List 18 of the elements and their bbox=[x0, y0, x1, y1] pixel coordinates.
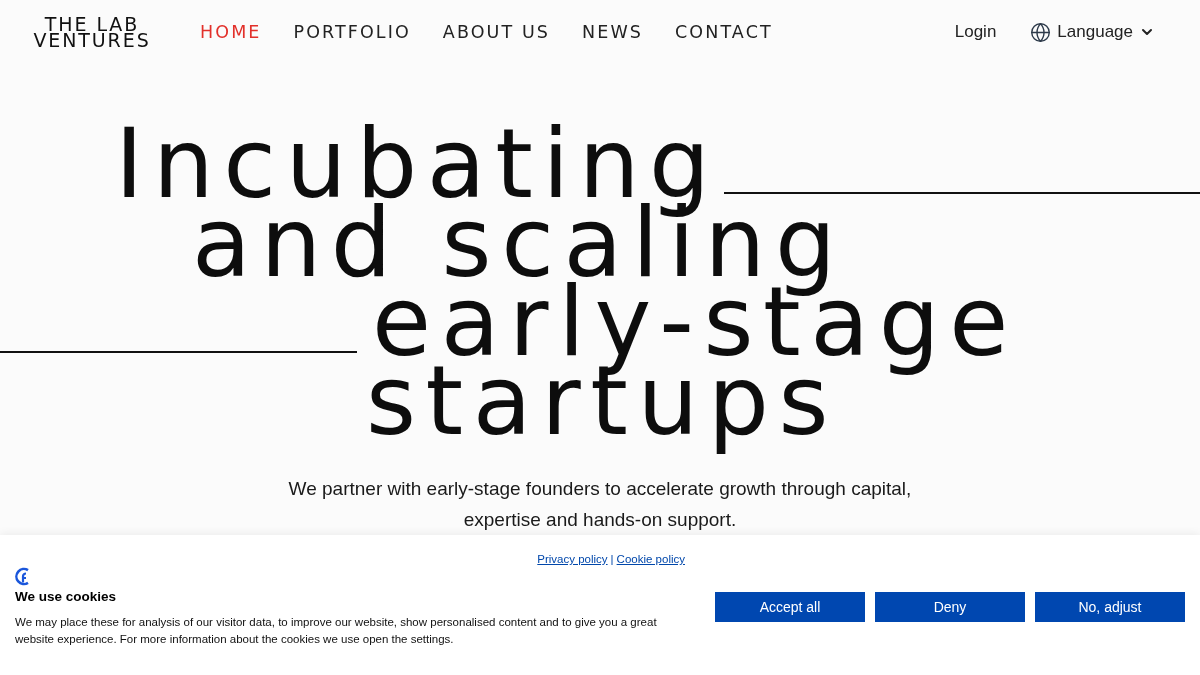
hero-subtitle: We partner with early-stage founders to accelerate growth through capital, expertise and hands-on support. bbox=[287, 477, 913, 532]
login-link[interactable]: Login bbox=[954, 19, 997, 45]
logo[interactable]: THE LAB VENTURES bbox=[24, 16, 160, 48]
cookie-title: We use cookies bbox=[15, 589, 117, 605]
cookie-button[interactable]: Accept all bbox=[715, 592, 865, 622]
cookie-policy-link[interactable]: Cookie policy bbox=[616, 552, 685, 566]
privacy-policy-link[interactable]: Privacy policy bbox=[537, 552, 608, 566]
link-separator: | bbox=[610, 552, 614, 566]
nav-link[interactable]: HOME bbox=[200, 18, 262, 46]
cookie-button[interactable]: Deny bbox=[875, 592, 1025, 622]
cookie-text: We may place these for analysis of our visitor data, to improve our website, show personalised content and to give you a great website experience. For more information about the cookies we use open the settings. bbox=[15, 615, 658, 647]
globe-icon bbox=[1030, 21, 1052, 43]
nav-link[interactable]: ABOUT US bbox=[442, 18, 551, 46]
cookie-button[interactable]: No, adjust bbox=[1035, 592, 1185, 622]
nav-link[interactable]: PORTFOLIO bbox=[293, 18, 411, 46]
nav-link[interactable]: NEWS bbox=[582, 18, 644, 46]
nav-link[interactable]: CONTACT bbox=[675, 18, 773, 46]
language-dropdown[interactable]: Language bbox=[1030, 19, 1155, 45]
